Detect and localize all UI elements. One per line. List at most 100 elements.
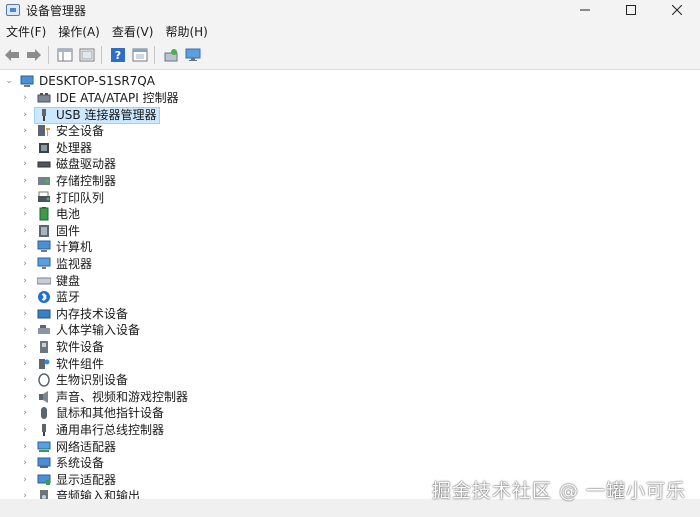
- chevron-right-icon[interactable]: ›: [20, 375, 30, 385]
- minimize-icon: [580, 9, 590, 11]
- tree-item-content[interactable]: 打印队列: [34, 190, 108, 207]
- menu-view[interactable]: 查看(V): [106, 22, 160, 42]
- chevron-right-icon[interactable]: ›: [20, 93, 30, 103]
- tree-item-label: USB 连接器管理器: [56, 108, 157, 122]
- chevron-right-icon[interactable]: ›: [20, 309, 30, 319]
- tree-item-label: 处理器: [56, 141, 93, 155]
- tree-item[interactable]: › 网络适配器: [0, 439, 700, 455]
- tree-item-content[interactable]: 网络适配器: [34, 439, 120, 456]
- chevron-right-icon[interactable]: ›: [20, 226, 30, 236]
- tree-item-content[interactable]: 安全设备: [34, 123, 108, 140]
- tree-item[interactable]: › 存储控制器: [0, 173, 700, 189]
- tree-item-content[interactable]: 蓝牙: [34, 289, 84, 306]
- maximize-button[interactable]: [608, 0, 654, 20]
- tree-item-content[interactable]: 处理器: [34, 140, 96, 157]
- back-button[interactable]: [2, 45, 22, 65]
- tree-item[interactable]: › USB 连接器管理器: [0, 106, 700, 124]
- menu-help[interactable]: 帮助(H): [159, 22, 213, 42]
- tree-item-content[interactable]: 生物识别设备: [34, 372, 132, 389]
- tree-item[interactable]: › 内存技术设备: [0, 306, 700, 322]
- tree-item-content[interactable]: 固件: [34, 223, 84, 240]
- tree-item[interactable]: › 打印队列: [0, 190, 700, 206]
- device-list-button[interactable]: [77, 45, 97, 65]
- chevron-right-icon[interactable]: ›: [20, 458, 30, 468]
- tree-item[interactable]: › 安全设备: [0, 123, 700, 139]
- tree-item-content[interactable]: 软件组件: [34, 356, 108, 373]
- chevron-right-icon[interactable]: ›: [20, 126, 30, 136]
- properties-panel-button[interactable]: [55, 45, 75, 65]
- tree-item[interactable]: › 监视器: [0, 256, 700, 272]
- tree-item-content[interactable]: 鼠标和其他指针设备: [34, 405, 168, 422]
- tree-item-content[interactable]: 音频输入和输出: [34, 488, 144, 499]
- chevron-down-icon[interactable]: ⌄: [4, 76, 14, 86]
- chevron-right-icon[interactable]: ›: [20, 408, 30, 418]
- tree-item-label: 通用串行总线控制器: [56, 423, 165, 437]
- tree-item-content[interactable]: 电池: [34, 206, 84, 223]
- tree-item[interactable]: › 声音、视频和游戏控制器: [0, 389, 700, 405]
- chevron-right-icon[interactable]: ›: [20, 292, 30, 302]
- menu-file[interactable]: 文件(F): [0, 22, 52, 42]
- tree-item[interactable]: › 通用串行总线控制器: [0, 422, 700, 438]
- tree-item[interactable]: › 处理器: [0, 140, 700, 156]
- chevron-right-icon[interactable]: ›: [20, 159, 30, 169]
- chevron-right-icon[interactable]: ›: [20, 325, 30, 335]
- tree-item-content[interactable]: 声音、视频和游戏控制器: [34, 389, 192, 406]
- tree-item-content[interactable]: 监视器: [34, 256, 96, 273]
- tree-item-content[interactable]: 系统设备: [34, 455, 108, 472]
- tree-item-content[interactable]: 软件设备: [34, 339, 108, 356]
- tree-item[interactable]: › 键盘: [0, 273, 700, 289]
- minimize-button[interactable]: [562, 0, 608, 20]
- chevron-right-icon[interactable]: ›: [20, 259, 30, 269]
- tree-root[interactable]: ⌄ DESKTOP-S1SR7QA: [0, 73, 700, 89]
- tree-item-content[interactable]: IDE ATA/ATAPI 控制器: [34, 90, 183, 107]
- scan-hardware-button[interactable]: [161, 45, 181, 65]
- tree-item-label: 系统设备: [56, 456, 105, 470]
- chevron-right-icon[interactable]: ›: [20, 242, 30, 252]
- chevron-right-icon[interactable]: ›: [20, 392, 30, 402]
- help-button[interactable]: ?: [108, 45, 128, 65]
- chevron-right-icon[interactable]: ›: [20, 359, 30, 369]
- monitor-view-button[interactable]: [183, 45, 203, 65]
- chevron-right-icon[interactable]: ›: [20, 143, 30, 153]
- chevron-right-icon[interactable]: ›: [20, 209, 30, 219]
- chevron-right-icon[interactable]: ›: [20, 176, 30, 186]
- tree-item-content[interactable]: 显示适配器: [34, 472, 120, 489]
- tree-item[interactable]: › 鼠标和其他指针设备: [0, 405, 700, 421]
- tree-item-content[interactable]: 存储控制器: [34, 173, 120, 190]
- chevron-right-icon[interactable]: ›: [20, 425, 30, 435]
- tree-item[interactable]: › 电池: [0, 206, 700, 222]
- tree-item-content[interactable]: 内存技术设备: [34, 306, 132, 323]
- chevron-right-icon[interactable]: ›: [20, 110, 30, 120]
- tree-item[interactable]: › 软件设备: [0, 339, 700, 355]
- tree-item-content[interactable]: 磁盘驱动器: [34, 156, 120, 173]
- tree-item-content[interactable]: 键盘: [34, 273, 84, 290]
- tree-item-content[interactable]: 人体学输入设备: [34, 322, 144, 339]
- tree-item[interactable]: › 系统设备: [0, 455, 700, 471]
- update-driver-button[interactable]: [130, 45, 150, 65]
- tree-item[interactable]: › IDE ATA/ATAPI 控制器: [0, 90, 700, 106]
- tree-item[interactable]: › 蓝牙: [0, 289, 700, 305]
- tree-item-content[interactable]: USB 连接器管理器: [34, 106, 161, 124]
- tree-item[interactable]: › 生物识别设备: [0, 372, 700, 388]
- chevron-right-icon[interactable]: ›: [20, 442, 30, 452]
- chevron-right-icon[interactable]: ›: [20, 342, 30, 352]
- tree-item-label: 打印队列: [56, 191, 105, 205]
- tree-item[interactable]: › 软件组件: [0, 356, 700, 372]
- tree-item-label: 鼠标和其他指针设备: [56, 406, 165, 420]
- tree-item[interactable]: › 固件: [0, 223, 700, 239]
- tree-item-label: 生物识别设备: [56, 373, 129, 387]
- tree-item-content[interactable]: 通用串行总线控制器: [34, 422, 168, 439]
- tree-item[interactable]: › 人体学输入设备: [0, 322, 700, 338]
- tree-item[interactable]: › 计算机: [0, 239, 700, 255]
- chevron-right-icon[interactable]: ›: [20, 276, 30, 286]
- tree-item-content[interactable]: 计算机: [34, 239, 96, 256]
- close-button[interactable]: [654, 0, 700, 20]
- close-icon: [672, 5, 682, 15]
- chevron-right-icon[interactable]: ›: [20, 491, 30, 499]
- menu-action[interactable]: 操作(A): [52, 22, 106, 42]
- tree-item[interactable]: › 磁盘驱动器: [0, 156, 700, 172]
- monitor-icon: [37, 257, 51, 271]
- chevron-right-icon[interactable]: ›: [20, 475, 30, 485]
- forward-button[interactable]: [24, 45, 44, 65]
- chevron-right-icon[interactable]: ›: [20, 193, 30, 203]
